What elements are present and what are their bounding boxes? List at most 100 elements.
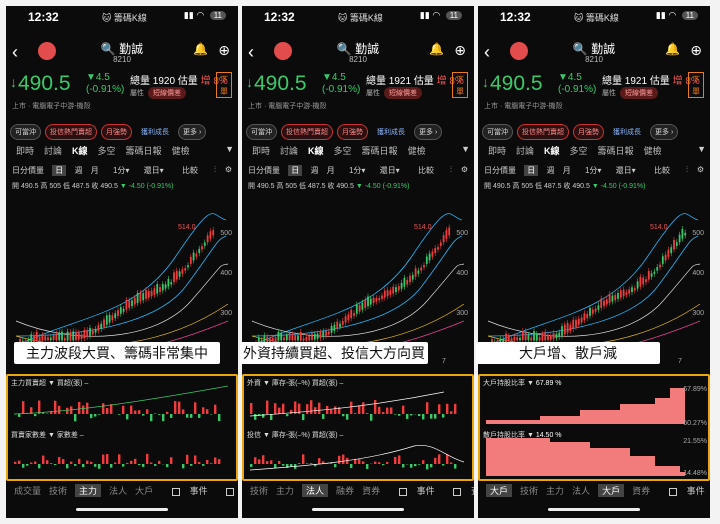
chip-tag[interactable]: 投信熱門賣超 bbox=[281, 124, 333, 140]
bottom-tab[interactable]: 資券 bbox=[632, 484, 650, 497]
order-button[interactable]: 下單 bbox=[216, 72, 232, 98]
chip-tag[interactable]: 投信熱門賣超 bbox=[45, 124, 97, 140]
tab-item[interactable]: 多空 bbox=[570, 144, 588, 157]
restore-select[interactable]: 還日▾ bbox=[138, 165, 164, 176]
event-checkbox[interactable]: 事件 bbox=[661, 484, 705, 497]
attr-tag[interactable]: 短線價差 bbox=[620, 87, 658, 99]
caret-down-icon[interactable]: ▼ bbox=[225, 144, 234, 154]
chip-tag[interactable]: 可當沖 bbox=[246, 124, 277, 140]
chip-tag[interactable]: 可當沖 bbox=[482, 124, 513, 140]
period-day[interactable]: 日 bbox=[524, 165, 539, 176]
panel-top-label[interactable]: 主力買賣超 ▼ 買超(張) – bbox=[11, 378, 88, 388]
indicator-icon[interactable]: ⫶ bbox=[686, 165, 688, 175]
indicator-panel[interactable]: 主力買賣超 ▼ 買超(張) – 買賣家數差 ▼ 家數差 – bbox=[6, 374, 238, 481]
bottom-tab[interactable]: 資券 bbox=[362, 484, 380, 497]
period-day[interactable]: 日 bbox=[288, 165, 303, 176]
daily-value-button[interactable]: 日分價量 bbox=[12, 165, 44, 176]
gear-icon[interactable]: ⚙ bbox=[697, 165, 704, 174]
add-icon[interactable]: ⊕ bbox=[218, 42, 230, 59]
tab-item[interactable]: 討論 bbox=[516, 144, 534, 157]
period-minute[interactable]: 1分▾ bbox=[579, 165, 601, 176]
attr-tag[interactable]: 短線價差 bbox=[148, 87, 186, 99]
bottom-tab[interactable]: 法人 bbox=[109, 484, 127, 497]
event-checkbox[interactable]: 事件 bbox=[391, 484, 435, 497]
chip-tag[interactable]: 月強勢 bbox=[337, 124, 368, 140]
tab-item[interactable]: 籌碼日報 bbox=[126, 144, 162, 157]
panel-top-label[interactable]: 外資 ▼ 庫存-張(–%) 買超(張) – bbox=[247, 378, 343, 388]
order-button[interactable]: 下單 bbox=[452, 72, 468, 98]
bottom-tab[interactable]: 大戶 bbox=[486, 484, 513, 497]
attr-tag[interactable]: 短線價差 bbox=[384, 87, 422, 99]
bottom-tab[interactable]: 技術 bbox=[520, 484, 538, 497]
compare-button[interactable]: 比較 bbox=[418, 165, 434, 176]
bottom-tab[interactable]: 技術 bbox=[49, 484, 67, 497]
daily-value-button[interactable]: 日分價量 bbox=[248, 165, 280, 176]
period-minute[interactable]: 1分▾ bbox=[343, 165, 365, 176]
compare-button[interactable]: 比較 bbox=[182, 165, 198, 176]
bottom-tab[interactable]: 法人 bbox=[302, 484, 329, 497]
tab-item[interactable]: 即時 bbox=[16, 144, 34, 157]
panel-bottom-label[interactable]: 投信 ▼ 庫存-張(–%) 買超(張) – bbox=[247, 430, 343, 440]
price-line-checkbox[interactable]: 查價線 bbox=[445, 484, 474, 497]
daily-value-button[interactable]: 日分價量 bbox=[484, 165, 516, 176]
tab-item[interactable]: K線 bbox=[72, 144, 88, 157]
tab-item[interactable]: 籌碼日報 bbox=[598, 144, 634, 157]
bell-icon[interactable]: 🔔 bbox=[193, 42, 208, 56]
bottom-tab[interactable]: 技術 bbox=[250, 484, 268, 497]
tab-item[interactable]: 討論 bbox=[44, 144, 62, 157]
tab-item[interactable]: 即時 bbox=[252, 144, 270, 157]
tab-item[interactable]: 健檢 bbox=[408, 144, 426, 157]
gear-icon[interactable]: ⚙ bbox=[225, 165, 232, 174]
indicator-icon[interactable]: ⫶ bbox=[214, 165, 216, 175]
gear-icon[interactable]: ⚙ bbox=[461, 165, 468, 174]
add-icon[interactable]: ⊕ bbox=[454, 42, 466, 59]
chip-tag[interactable]: 月強勢 bbox=[101, 124, 132, 140]
add-icon[interactable]: ⊕ bbox=[690, 42, 702, 59]
compare-button[interactable]: 比較 bbox=[654, 165, 670, 176]
period-minute[interactable]: 1分▾ bbox=[107, 165, 129, 176]
bell-icon[interactable]: 🔔 bbox=[665, 42, 680, 56]
chip-tag[interactable]: 獲利成長 bbox=[372, 124, 410, 140]
chip-tag[interactable]: 更多 › bbox=[650, 124, 679, 140]
period-week[interactable]: 週 bbox=[310, 165, 318, 176]
bottom-tab[interactable]: 法人 bbox=[572, 484, 590, 497]
period-week[interactable]: 週 bbox=[546, 165, 554, 176]
tab-item[interactable]: K線 bbox=[308, 144, 324, 157]
tab-item[interactable]: 健檢 bbox=[644, 144, 662, 157]
indicator-icon[interactable]: ⫶ bbox=[450, 165, 452, 175]
event-checkbox[interactable]: 事件 bbox=[164, 484, 208, 497]
bottom-tab[interactable]: 主力 bbox=[276, 484, 294, 497]
panel-bottom-label[interactable]: 買賣家數差 ▼ 家數差 – bbox=[11, 430, 84, 440]
panel-bottom-label[interactable]: 散戶持股比率 ▼ 14.50 % bbox=[483, 430, 562, 440]
tab-item[interactable]: 多空 bbox=[334, 144, 352, 157]
panel-top-label[interactable]: 大戶持股比率 ▼ 67.89 % bbox=[483, 378, 562, 388]
period-month[interactable]: 月 bbox=[327, 165, 335, 176]
price-line-checkbox[interactable]: 查價線 bbox=[218, 484, 238, 497]
period-day[interactable]: 日 bbox=[52, 165, 67, 176]
tab-item[interactable]: 籌碼日報 bbox=[362, 144, 398, 157]
tab-item[interactable]: 健檢 bbox=[172, 144, 190, 157]
caret-down-icon[interactable]: ▼ bbox=[697, 144, 706, 154]
chip-tag[interactable]: 可當沖 bbox=[10, 124, 41, 140]
chip-tag[interactable]: 更多 › bbox=[178, 124, 207, 140]
indicator-panel[interactable]: 大戶持股比率 ▼ 67.89 % 散戶持股比率 ▼ 14.50 % 67.89% 60… bbox=[478, 374, 710, 481]
bell-icon[interactable]: 🔔 bbox=[429, 42, 444, 56]
period-month[interactable]: 月 bbox=[563, 165, 571, 176]
bottom-tab[interactable]: 大戶 bbox=[598, 484, 625, 497]
bottom-tab[interactable]: 大戶 bbox=[135, 484, 153, 497]
bottom-tab[interactable]: 融券 bbox=[336, 484, 354, 497]
indicator-panel[interactable]: 外資 ▼ 庫存-張(–%) 買超(張) – 投信 ▼ 庫存-張(–%) 買超(張)… bbox=[242, 374, 474, 481]
bottom-tab[interactable]: 主力 bbox=[75, 484, 102, 497]
bottom-tab[interactable]: 成交量 bbox=[14, 484, 41, 497]
chip-tag[interactable]: 投信熱門賣超 bbox=[517, 124, 569, 140]
restore-select[interactable]: 還日▾ bbox=[374, 165, 400, 176]
tab-item[interactable]: K線 bbox=[544, 144, 560, 157]
period-month[interactable]: 月 bbox=[91, 165, 99, 176]
tab-item[interactable]: 多空 bbox=[98, 144, 116, 157]
chip-tag[interactable]: 更多 › bbox=[414, 124, 443, 140]
tab-item[interactable]: 討論 bbox=[280, 144, 298, 157]
bottom-tab[interactable]: 主力 bbox=[546, 484, 564, 497]
caret-down-icon[interactable]: ▼ bbox=[461, 144, 470, 154]
chip-tag[interactable]: 獲利成長 bbox=[136, 124, 174, 140]
period-week[interactable]: 週 bbox=[74, 165, 82, 176]
